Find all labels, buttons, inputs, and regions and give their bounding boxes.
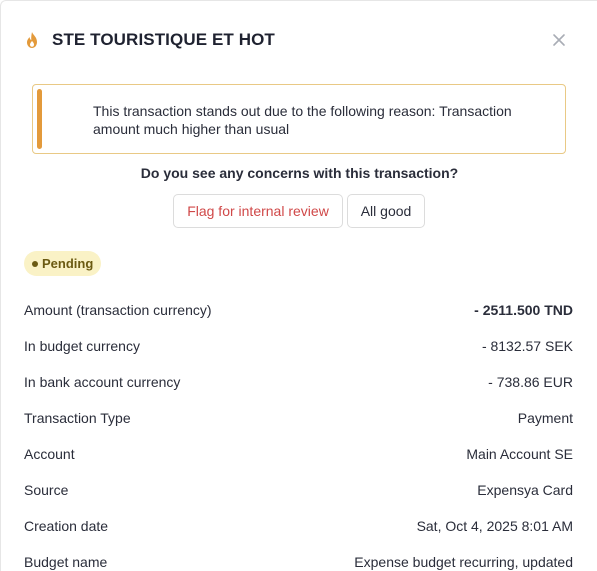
detail-value: Expensya Card bbox=[477, 482, 573, 498]
detail-row: Transaction Type Payment bbox=[24, 400, 573, 436]
detail-row: In bank account currency - 738.86 EUR bbox=[24, 364, 573, 400]
detail-label: Amount (transaction currency) bbox=[24, 302, 212, 318]
transaction-modal: STE TOURISTIQUE ET HOT This transaction … bbox=[0, 0, 597, 571]
flag-for-review-button[interactable]: Flag for internal review bbox=[173, 194, 343, 228]
alert-line-2: amount much higher than usual bbox=[93, 121, 290, 137]
detail-label: In budget currency bbox=[24, 338, 140, 354]
alert-accent-bar bbox=[37, 89, 42, 149]
detail-label: Source bbox=[24, 482, 69, 498]
modal-header: STE TOURISTIQUE ET HOT bbox=[23, 28, 575, 52]
review-actions: Flag for internal review All good bbox=[173, 194, 425, 228]
detail-row: Amount (transaction currency) - 2511.500… bbox=[24, 292, 573, 328]
alert-message: This transaction stands out due to the f… bbox=[93, 102, 525, 138]
anomaly-alert: This transaction stands out due to the f… bbox=[32, 84, 566, 154]
status-label: Pending bbox=[42, 256, 94, 271]
detail-label: Account bbox=[24, 446, 75, 462]
detail-row: Account Main Account SE bbox=[24, 436, 573, 472]
detail-value: - 8132.57 SEK bbox=[481, 338, 573, 354]
detail-value: Payment bbox=[517, 410, 573, 426]
detail-value: Sat, Oct 4, 2025 8:01 AM bbox=[416, 518, 573, 534]
detail-label: Transaction Type bbox=[24, 410, 131, 426]
detail-label: Creation date bbox=[24, 518, 109, 534]
detail-label: In bank account currency bbox=[24, 374, 181, 390]
detail-value: Main Account SE bbox=[466, 446, 573, 462]
detail-row: Creation date Sat, Oct 4, 2025 8:01 AM bbox=[24, 508, 573, 544]
alert-line-1: This transaction stands out due to the f… bbox=[93, 103, 512, 119]
detail-label: Budget name bbox=[24, 554, 108, 570]
detail-value: - 738.86 EUR bbox=[488, 374, 573, 390]
detail-value: - 2511.500 TND bbox=[474, 302, 573, 318]
detail-row: In budget currency - 8132.57 SEK bbox=[24, 328, 573, 364]
status-badge: Pending bbox=[24, 251, 102, 276]
detail-row: Budget name Expense budget recurring, up… bbox=[24, 544, 573, 571]
review-question: Do you see any concerns with this transa… bbox=[140, 165, 459, 181]
all-good-button[interactable]: All good bbox=[347, 194, 425, 228]
transaction-details: Amount (transaction currency) - 2511.500… bbox=[24, 292, 573, 571]
flame-icon bbox=[23, 31, 41, 49]
status-dot-icon bbox=[32, 260, 38, 267]
page-title: STE TOURISTIQUE ET HOT bbox=[52, 30, 275, 49]
detail-value: Expense budget recurring, updated bbox=[354, 554, 573, 570]
close-icon[interactable] bbox=[549, 30, 569, 50]
detail-row: Source Expensya Card bbox=[24, 472, 573, 508]
